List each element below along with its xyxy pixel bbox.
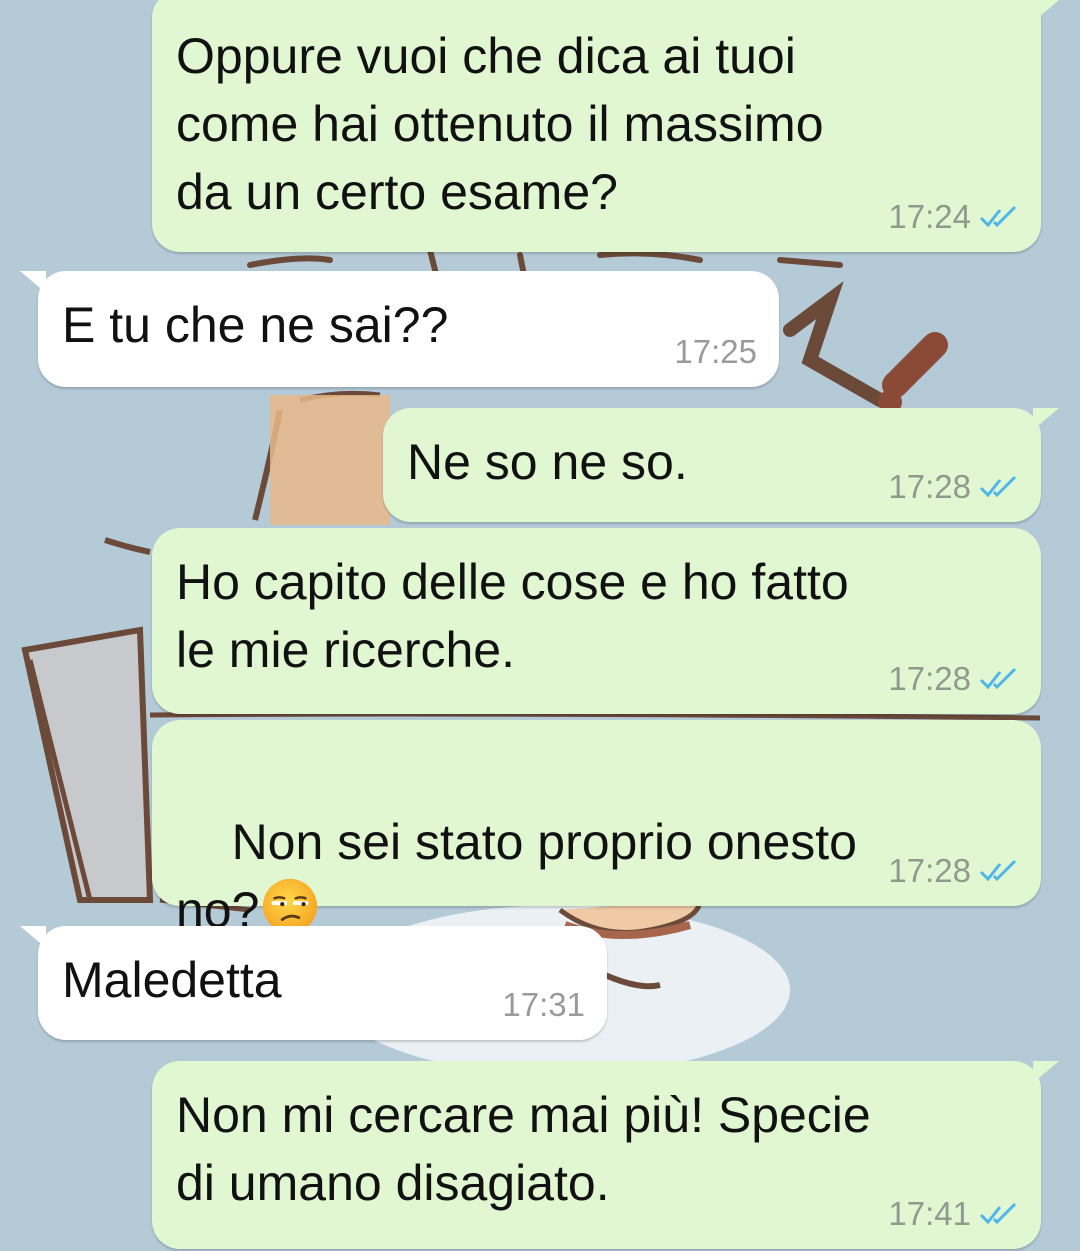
message-bubble-incoming[interactable]: Maledetta 17:31 [20,926,607,1040]
double-check-read-icon [979,205,1017,228]
message-text: Ho capito delle cose e ho fatto le mie r… [176,554,849,678]
bubble-tail [1033,408,1059,430]
message-bubble-outgoing[interactable]: Ne so ne so. 17:28 [383,408,1059,522]
double-check-read-icon [979,667,1017,690]
message-bubble-outgoing[interactable]: Ho capito delle cose e ho fatto le mie r… [152,528,1041,714]
message-time: 17:41 [888,1195,971,1232]
message-meta: 17:24 [888,198,1019,236]
message-text: E tu che ne sai?? [62,297,449,353]
message-text: Non mi cercare mai più! Specie di umano … [176,1087,871,1211]
message-time: 17:24 [888,198,971,235]
message-meta: 17:28 [888,660,1019,698]
message-text: Ne so ne so. [407,434,688,490]
message-meta: 17:28 [888,852,1019,890]
message-meta: 17:25 [674,333,757,371]
bubble-tail [1033,1061,1059,1083]
message-text-line: Non sei stato proprio onesto [231,814,857,870]
message-bubble-outgoing[interactable]: Non sei stato proprio onesto no? 17:28 [152,720,1041,938]
message-meta: 17:28 [888,468,1019,506]
double-check-read-icon [979,475,1017,498]
message-time: 17:28 [888,852,971,889]
message-bubble-incoming[interactable]: E tu che ne sai?? 17:25 [20,271,779,387]
double-check-read-icon [979,859,1017,882]
message-time: 17:28 [888,660,971,697]
message-text: Oppure vuoi che dica ai tuoi come hai ot… [176,28,824,220]
message-bubble-outgoing[interactable]: Oppure vuoi che dica ai tuoi come hai ot… [152,0,1059,252]
message-time: 17:25 [674,333,757,370]
message-meta: 17:41 [888,1195,1019,1233]
double-check-read-icon [979,1202,1017,1225]
message-time: 17:31 [502,986,585,1023]
message-time: 17:28 [888,468,971,505]
message-bubble-outgoing[interactable]: Non mi cercare mai più! Specie di umano … [152,1061,1059,1249]
bubble-tail [20,271,46,293]
message-text: Maledetta [62,952,282,1008]
bubble-tail [20,926,46,948]
message-meta: 17:31 [502,986,585,1024]
bubble-tail [1033,0,1059,22]
